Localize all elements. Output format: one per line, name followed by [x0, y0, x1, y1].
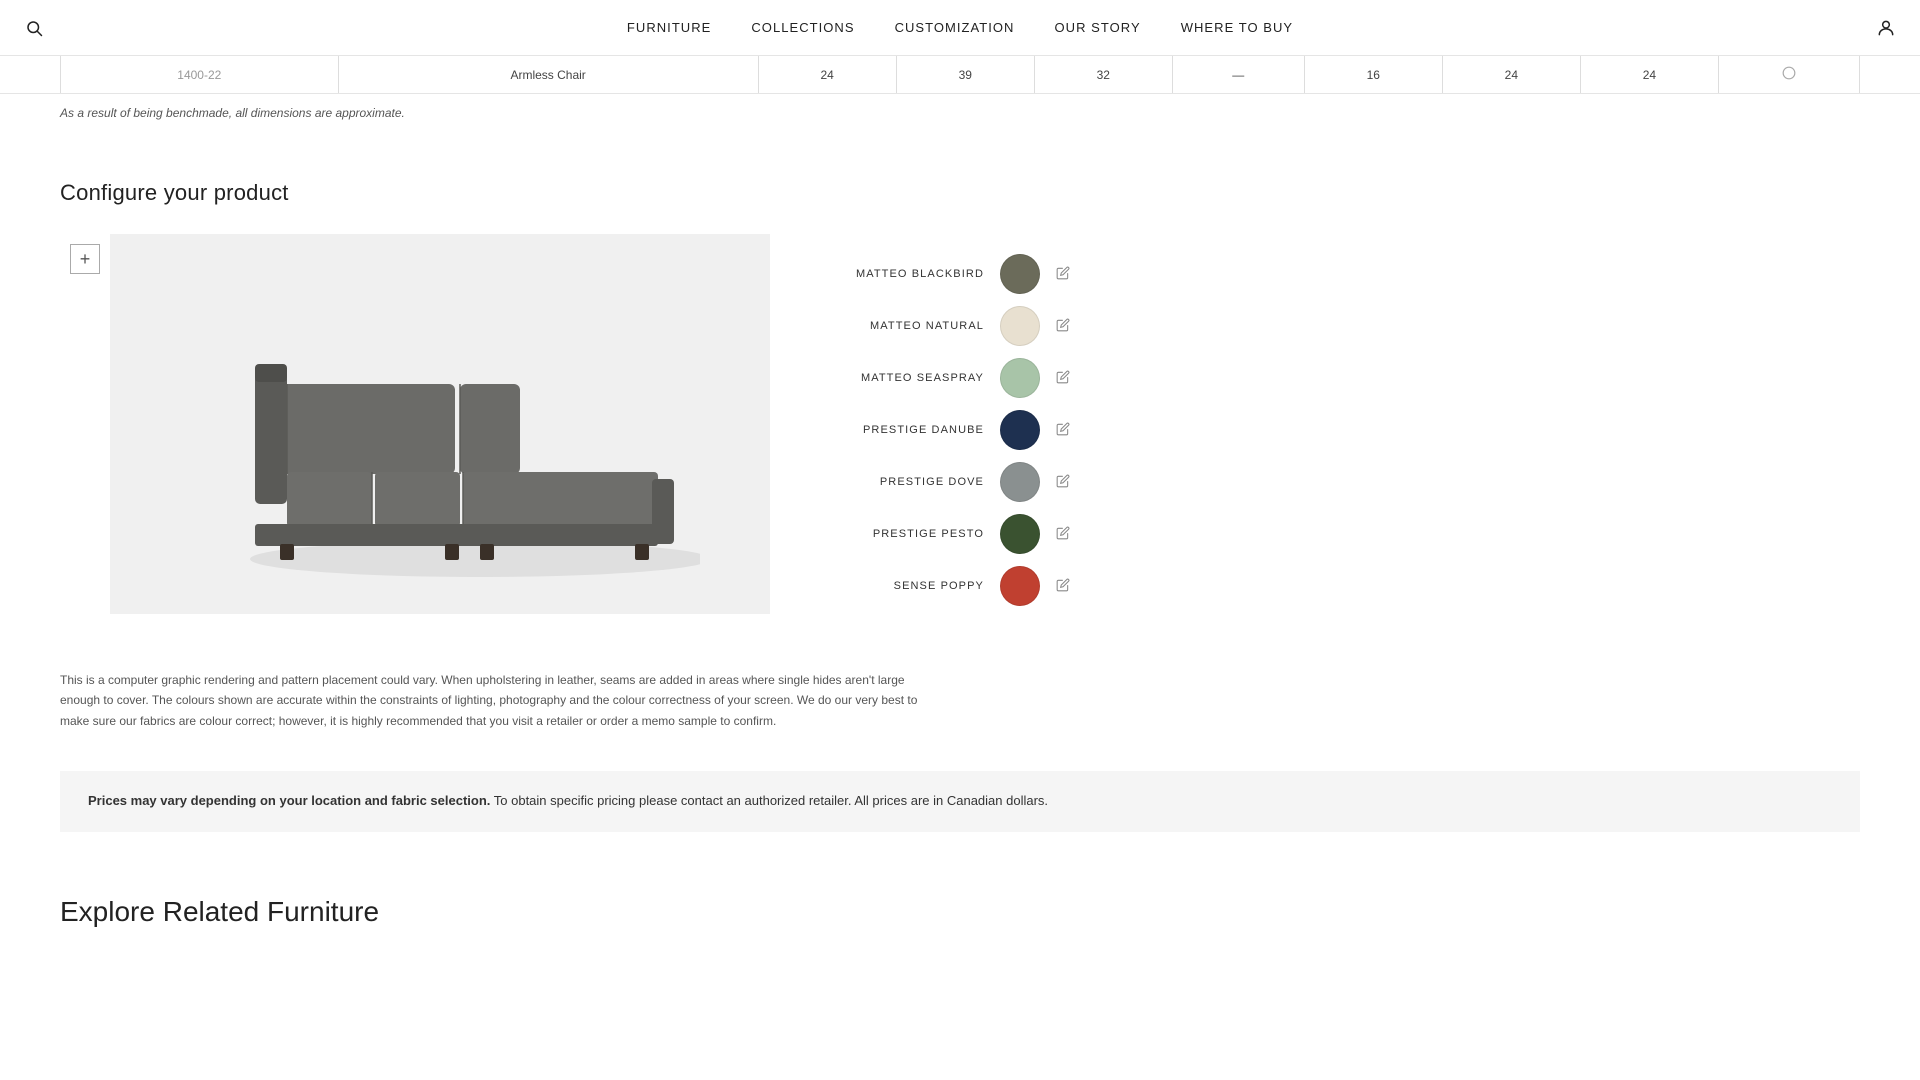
swatch-circle-prestige-danube[interactable]	[1000, 410, 1040, 450]
configure-section: Configure your product +	[0, 140, 1920, 646]
price-notice-bold: Prices may vary depending on your locati…	[88, 793, 490, 808]
dim-col-1: 24	[758, 56, 896, 93]
swatch-edit-sense-poppy[interactable]	[1056, 578, 1070, 595]
swatch-circle-matteo-seaspray[interactable]	[1000, 358, 1040, 398]
nav-link-where-to-buy[interactable]: WHERE TO BUY	[1181, 20, 1293, 35]
sofa-image	[110, 234, 770, 614]
swatch-row-prestige-pesto: PRESTIGE PESTO	[790, 508, 1070, 560]
swatch-row-prestige-dove: PRESTIGE DOVE	[790, 456, 1070, 508]
swatch-circle-matteo-blackbird[interactable]	[1000, 254, 1040, 294]
search-button[interactable]	[20, 14, 48, 42]
dimensions-table-area: 1400-22 Armless Chair 24 39 32 — 16 24 2…	[0, 56, 1920, 94]
main-content: 1400-22 Armless Chair 24 39 32 — 16 24 2…	[0, 56, 1920, 938]
dim-col-5: 16	[1304, 56, 1442, 93]
configurator-wrap: +	[60, 234, 1860, 626]
dim-col-3: 32	[1034, 56, 1172, 93]
nav-link-collections[interactable]: COLLECTIONS	[751, 20, 854, 35]
swatch-circle-prestige-dove[interactable]	[1000, 462, 1040, 502]
swatch-circle-sense-poppy[interactable]	[1000, 566, 1040, 606]
main-nav: FURNITURE COLLECTIONS CUSTOMIZATION OUR STO…	[0, 0, 1920, 56]
swatch-edit-matteo-natural[interactable]	[1056, 318, 1070, 335]
swatch-name-matteo-blackbird: MATTEO BLACKBIRD	[854, 268, 984, 280]
swatch-name-matteo-natural: MATTEO NATURAL	[854, 320, 984, 332]
swatch-edit-prestige-danube[interactable]	[1056, 422, 1070, 439]
thumbnail-strip: +	[60, 234, 110, 274]
price-notice-rest: To obtain specific pricing please contac…	[490, 793, 1048, 808]
swatch-edit-matteo-seaspray[interactable]	[1056, 370, 1070, 387]
disclaimer-text: This is a computer graphic rendering and…	[0, 646, 1000, 747]
swatch-row-matteo-blackbird: MATTEO BLACKBIRD	[790, 248, 1070, 300]
swatch-name-prestige-dove: PRESTIGE DOVE	[854, 476, 984, 488]
swatch-name-matteo-seaspray: MATTEO SEASPRAY	[854, 372, 984, 384]
table-row: 1400-22 Armless Chair 24 39 32 — 16 24 2…	[61, 56, 1860, 93]
swatch-row-matteo-seaspray: MATTEO SEASPRAY	[790, 352, 1070, 404]
product-name-cell: Armless Chair	[338, 56, 758, 93]
sofa-svg	[180, 264, 700, 584]
row-number: 1400-22	[61, 56, 339, 93]
user-account-button[interactable]	[1872, 14, 1900, 42]
swatch-row-matteo-natural: MATTEO NATURAL	[790, 300, 1070, 352]
swatch-edit-prestige-dove[interactable]	[1056, 474, 1070, 491]
nav-left	[20, 14, 48, 42]
dim-col-2: 39	[896, 56, 1034, 93]
dim-col-4: —	[1172, 56, 1304, 93]
product-image-area	[110, 234, 770, 614]
nav-links: FURNITURE COLLECTIONS CUSTOMIZATION OUR STO…	[627, 20, 1293, 35]
nav-link-customization[interactable]: CUSTOMIZATION	[895, 20, 1015, 35]
configure-title: Configure your product	[60, 180, 1860, 206]
swatch-name-prestige-danube: PRESTIGE DANUBE	[854, 424, 984, 436]
dim-col-8	[1718, 56, 1859, 93]
swatch-row-sense-poppy: SENSE POPPY	[790, 560, 1070, 612]
swatches-panel: MATTEO BLACKBIRD MATTEO NATURAL MATTEO SEA…	[770, 234, 1090, 626]
swatch-name-sense-poppy: SENSE POPPY	[854, 580, 984, 592]
swatch-circle-matteo-natural[interactable]	[1000, 306, 1040, 346]
nav-link-our-story[interactable]: OUR STORY	[1055, 20, 1141, 35]
nav-right	[1872, 14, 1900, 42]
dim-col-7: 24	[1580, 56, 1718, 93]
swatch-name-prestige-pesto: PRESTIGE PESTO	[854, 528, 984, 540]
swatch-edit-matteo-blackbird[interactable]	[1056, 266, 1070, 283]
swatch-row-prestige-danube: PRESTIGE DANUBE	[790, 404, 1070, 456]
dimension-note: As a result of being benchmade, all dime…	[0, 94, 1920, 140]
related-heading: Explore Related Furniture	[0, 856, 1920, 938]
dim-col-6: 24	[1442, 56, 1580, 93]
swatch-edit-prestige-pesto[interactable]	[1056, 526, 1070, 543]
dimensions-table: 1400-22 Armless Chair 24 39 32 — 16 24 2…	[60, 56, 1860, 93]
add-view-button[interactable]: +	[70, 244, 100, 274]
price-notice-box: Prices may vary depending on your locati…	[60, 771, 1860, 832]
nav-link-furniture[interactable]: FURNITURE	[627, 20, 711, 35]
swatch-circle-prestige-pesto[interactable]	[1000, 514, 1040, 554]
